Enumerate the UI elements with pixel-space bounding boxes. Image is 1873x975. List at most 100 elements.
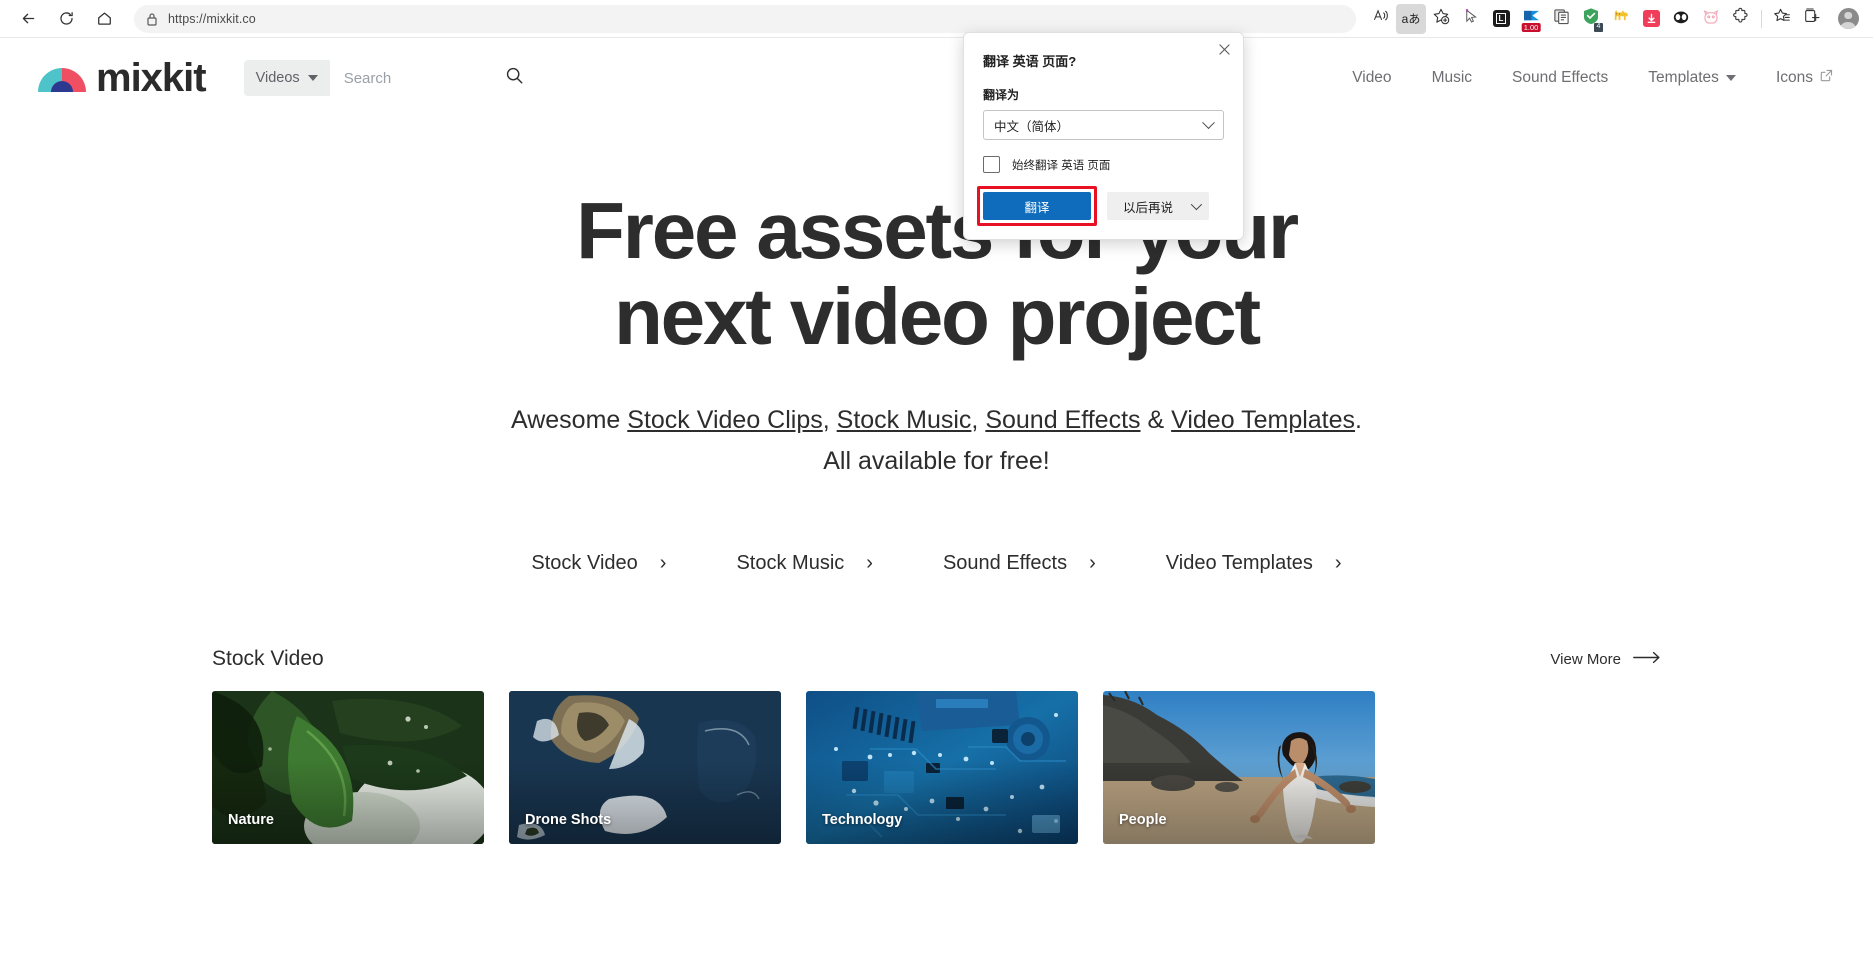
panda-extension-icon xyxy=(1672,9,1690,29)
hero-link-stock-video-clips[interactable]: Stock Video Clips xyxy=(627,406,822,434)
hero-heading-line2: next video project xyxy=(613,272,1261,361)
cat-extension-button[interactable] xyxy=(1606,4,1636,34)
view-more-label: View More xyxy=(1550,650,1621,668)
hero-sub-prefix: Awesome xyxy=(511,406,628,434)
reload-icon xyxy=(58,10,75,27)
card-nature[interactable]: Nature xyxy=(212,691,484,844)
favorites-button[interactable] xyxy=(1767,4,1797,34)
selected-language: 中文（简体） xyxy=(994,119,1070,134)
back-button[interactable] xyxy=(12,3,44,35)
nav-item-label: Sound Effects xyxy=(1512,69,1609,86)
always-translate-label: 始终翻译 英语 页面 xyxy=(1012,159,1111,172)
language-select[interactable]: 中文（简体） xyxy=(983,110,1224,140)
category-cards: Nature Drone Shots Technology People xyxy=(212,691,1661,844)
view-more-link[interactable]: View More xyxy=(1550,651,1661,668)
category-link-label: Sound Effects xyxy=(942,552,1068,574)
clipboard-extension-button[interactable] xyxy=(1546,4,1576,34)
category-link-stock-music[interactable]: Stock Music › xyxy=(736,552,872,575)
flag-extension-button[interactable]: 1.00 xyxy=(1516,4,1546,34)
collections-icon xyxy=(1803,7,1821,30)
chevron-down-icon xyxy=(1190,198,1203,211)
category-link-sound-effects[interactable]: Sound Effects › xyxy=(943,552,1096,575)
nav-item-icons[interactable]: Icons xyxy=(1776,69,1833,87)
card-drone-shots[interactable]: Drone Shots xyxy=(509,691,781,844)
mixkit-logo[interactable]: mixkit xyxy=(36,58,207,98)
translate-popup: 翻译 英语 页面? 翻译为 中文（简体） 始终翻译 英语 页面 翻译 以后再说 xyxy=(963,32,1244,240)
search-input[interactable]: Search xyxy=(329,60,496,96)
nav-item-sound-effects[interactable]: Sound Effects xyxy=(1512,69,1608,87)
search-category-label: Videos xyxy=(255,70,300,86)
card-label: People xyxy=(1119,812,1167,828)
nav-item-video[interactable]: Video xyxy=(1352,69,1391,87)
puzzle-extensions-icon xyxy=(1732,7,1750,30)
search-placeholder: Search xyxy=(343,69,392,87)
chevron-right-icon: › xyxy=(1334,552,1342,574)
owl-extension-button[interactable] xyxy=(1696,4,1726,34)
card-people[interactable]: People xyxy=(1103,691,1375,844)
toolbar-icons: aあ L 1.00 4 xyxy=(1366,3,1873,34)
hero-link-stock-music[interactable]: Stock Music xyxy=(837,406,972,434)
sub-sep-4: . xyxy=(1355,406,1362,434)
category-link-stock-video[interactable]: Stock Video › xyxy=(531,552,666,575)
nav-item-music[interactable]: Music xyxy=(1432,69,1472,87)
search-bar[interactable]: Videos Search xyxy=(243,60,534,96)
address-bar-url: https://mixkit.co xyxy=(168,11,256,26)
sub-sep-2: , xyxy=(971,406,986,434)
always-translate-row[interactable]: 始终翻译 英语 页面 xyxy=(983,156,1224,173)
chevron-right-icon: › xyxy=(866,552,873,574)
translate-confirm-button[interactable]: 翻译 xyxy=(983,192,1091,220)
search-category-dropdown[interactable]: Videos xyxy=(243,60,330,96)
cursor-extension-button[interactable] xyxy=(1456,4,1486,34)
cat-extension-icon xyxy=(1612,8,1630,29)
translate-to-label: 翻译为 xyxy=(983,88,1020,102)
address-bar[interactable]: https://mixkit.co xyxy=(134,4,1356,33)
card-label: Technology xyxy=(822,812,903,828)
close-button[interactable] xyxy=(1213,39,1235,61)
always-translate-checkbox[interactable] xyxy=(983,156,1000,173)
chevron-right-icon: › xyxy=(659,552,667,574)
translate-button[interactable]: aあ xyxy=(1396,3,1426,34)
hero-subtitle: Awesome Stock Video Clips, Stock Music, … xyxy=(0,400,1873,482)
hero-link-sound-effects[interactable]: Sound Effects xyxy=(985,406,1140,434)
clipboard-extension-icon xyxy=(1553,8,1570,30)
profile-button[interactable] xyxy=(1833,4,1863,34)
home-button[interactable] xyxy=(88,3,120,35)
category-link-video-templates[interactable]: Video Templates › xyxy=(1166,552,1342,575)
downloader-extension-icon xyxy=(1642,10,1660,27)
category-links-row: Stock Video › Stock Music › Sound Effect… xyxy=(0,552,1873,575)
category-link-label: Stock Video xyxy=(531,552,638,574)
toolbar-divider xyxy=(1761,9,1762,28)
browser-toolbar: https://mixkit.co aあ L 1.00 4 xyxy=(0,0,1873,38)
favorites-icon xyxy=(1773,7,1791,30)
panda-extension-button[interactable] xyxy=(1666,4,1696,34)
chevron-down-icon xyxy=(1725,75,1736,81)
sub-sep-3: & xyxy=(1140,406,1172,434)
owl-extension-icon xyxy=(1702,8,1720,30)
reload-button[interactable] xyxy=(50,3,82,35)
external-link-icon xyxy=(1820,69,1833,87)
lastpass-extension-button[interactable]: L xyxy=(1486,4,1516,34)
card-technology[interactable]: Technology xyxy=(806,691,1078,844)
grammarly-extension-button[interactable]: 4 xyxy=(1576,4,1606,34)
downloader-extension-button[interactable] xyxy=(1636,4,1666,34)
card-label: Nature xyxy=(228,812,274,828)
add-favorite-button[interactable] xyxy=(1426,4,1456,34)
hero-link-video-templates[interactable]: Video Templates xyxy=(1171,406,1355,434)
nav-item-label: Templates xyxy=(1648,69,1719,86)
nav-item-templates[interactable]: Templates xyxy=(1648,69,1736,87)
translate-popup-title: 翻译 英语 页面? xyxy=(983,54,1077,69)
collections-button[interactable] xyxy=(1797,4,1827,34)
close-icon xyxy=(1218,42,1230,59)
not-now-button[interactable]: 以后再说 xyxy=(1107,192,1210,220)
search-submit-button[interactable] xyxy=(495,60,534,96)
section-title: Stock Video xyxy=(212,647,324,670)
extensions-button[interactable] xyxy=(1726,4,1756,34)
nav-item-label: Icons xyxy=(1775,69,1813,86)
nav-item-label: Music xyxy=(1431,69,1473,86)
section-header: Stock Video View More xyxy=(212,647,1661,671)
webpage-viewport: mixkit Videos Search Video Music Sound E… xyxy=(0,38,1873,975)
translate-button-highlight: 翻译 xyxy=(977,186,1097,226)
category-link-label: Video Templates xyxy=(1165,552,1313,574)
read-aloud-icon xyxy=(1372,8,1391,29)
read-aloud-button[interactable] xyxy=(1366,4,1396,34)
